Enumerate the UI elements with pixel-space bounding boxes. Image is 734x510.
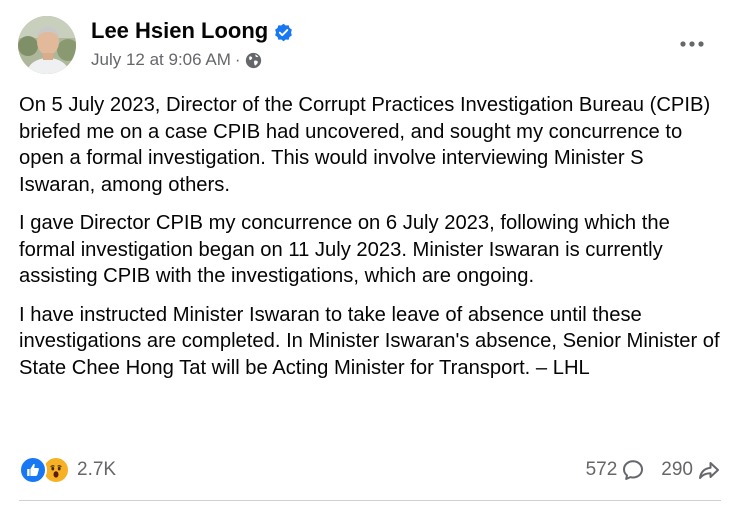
post-paragraph: On 5 July 2023, Director of the Corrupt … [19,94,711,196]
reactions-summary[interactable]: 2.7K [19,456,116,484]
shares-stat[interactable]: 290 [661,458,721,482]
comment-count[interactable]: 572 [586,459,618,481]
post-meta: July 12 at 9:06 AM · [91,50,262,70]
share-icon [699,462,719,479]
avatar[interactable] [18,16,76,74]
avatar-photo [18,16,76,74]
verified-badge-icon [274,22,293,41]
post-paragraph: I gave Director CPIB my concurrence on 6… [19,212,670,287]
more-dots-icon [680,41,704,47]
globe-icon[interactable] [245,52,262,69]
post-footer: 2.7K 572 290 [19,452,721,492]
reaction-count[interactable]: 2.7K [77,459,116,481]
comments-stat[interactable]: 572 [586,458,646,482]
author-name[interactable]: Lee Hsien Loong [91,18,293,44]
comment-icon [623,460,644,480]
divider [19,500,721,501]
author-name-text[interactable]: Lee Hsien Loong [91,18,268,44]
post-timestamp[interactable]: July 12 at 9:06 AM [91,50,231,70]
more-options-button[interactable] [672,28,712,60]
meta-separator: · [234,50,241,69]
share-count[interactable]: 290 [661,459,693,481]
engagement-stats: 572 290 [586,458,721,482]
like-icon [19,456,47,484]
post-paragraph: I have instructed Minister Iswaran to ta… [19,303,720,379]
post-body: On 5 July 2023, Director of the Corrupt … [19,92,724,393]
facebook-post: Lee Hsien Loong July 12 at 9:06 AM · On … [0,0,734,510]
